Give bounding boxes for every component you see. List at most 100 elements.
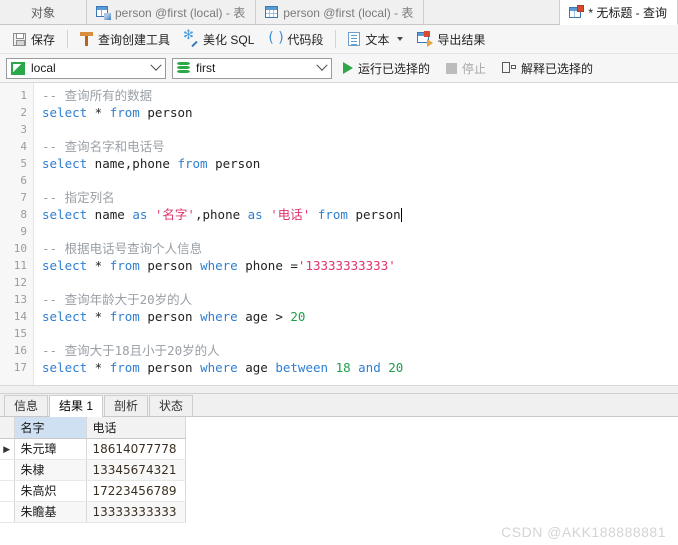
table-row[interactable]: 朱瞻基 13333333333 [0, 501, 186, 523]
code-token: -- 查询大于18且小于20岁的人 [42, 343, 220, 358]
code-token: ,phone [194, 207, 248, 222]
row-marker-header [0, 417, 15, 439]
table-row[interactable]: 朱高炽 17223456789 [0, 480, 186, 502]
code-line[interactable]: -- 查询年龄大于20岁的人 [42, 291, 678, 308]
result-grid-body[interactable]: ▶ 朱元璋 18614077778 朱棣 13345674321 朱高炽 172234567… [0, 438, 186, 523]
row-marker [0, 459, 15, 481]
table-cell[interactable]: 朱高炽 [14, 480, 87, 502]
table-cell[interactable]: 朱元璋 [14, 438, 87, 460]
code-line[interactable]: -- 查询名字和电话号 [42, 138, 678, 155]
code-line[interactable]: select * from person where age > 20 [42, 308, 678, 325]
query-builder-button[interactable]: 查询创建工具 [73, 28, 177, 50]
row-marker [0, 480, 15, 502]
code-token: * [87, 258, 110, 273]
result-tab-0[interactable]: 信息 [4, 395, 49, 416]
text-view-button[interactable]: 文本 [341, 28, 410, 50]
database-value: first [196, 61, 216, 75]
code-line[interactable]: select name as '名字',phone as '电话' from p… [42, 206, 678, 223]
connection-select[interactable]: local [6, 57, 166, 79]
code-line[interactable]: select * from person where phone ='13333… [42, 257, 678, 274]
text-view-label: 文本 [365, 32, 390, 47]
beautify-sql-label: 美化 SQL [203, 32, 255, 47]
code-line-text: select * from person where age > 20 [42, 309, 305, 324]
export-result-label: 导出结果 [437, 32, 486, 47]
code-token: person [139, 360, 201, 375]
table-cell[interactable]: 朱棣 [14, 459, 87, 481]
table-cell[interactable]: 13345674321 [86, 459, 186, 481]
run-selected-button[interactable]: 运行已选择的 [338, 57, 435, 79]
table-cell[interactable]: 朱瞻基 [14, 501, 87, 523]
table-cell[interactable]: 18614077778 [86, 438, 186, 460]
table-row[interactable]: ▶ 朱元璋 18614077778 [0, 438, 186, 460]
database-icon [177, 61, 190, 75]
line-number: 3 [20, 123, 27, 136]
tab-person-table-editor[interactable]: person @first (local) - 表 [87, 0, 257, 24]
table-row[interactable]: 朱棣 13345674321 [0, 459, 186, 481]
line-number: 5 [20, 157, 27, 170]
explain-selected-button[interactable]: 解释已选择的 [497, 57, 598, 79]
code-line-text: select name,phone from person [42, 156, 260, 171]
code-line[interactable] [42, 121, 678, 138]
result-grid-container[interactable]: 名字 电话 ▶ 朱元璋 18614077778 朱棣 13345674321 朱高炽 1722… [0, 417, 678, 539]
code-token: and [358, 360, 381, 375]
code-token: between [275, 360, 329, 375]
code-snippet-button[interactable]: ( ) 代码段 [261, 28, 330, 50]
table-cell[interactable]: 17223456789 [86, 480, 186, 502]
chevron-down-icon[interactable] [397, 37, 404, 41]
code-line[interactable]: select name,phone from person [42, 155, 678, 172]
code-line[interactable]: -- 查询大于18且小于20岁的人 [42, 342, 678, 359]
code-line[interactable]: -- 指定列名 [42, 189, 678, 206]
result-grid[interactable]: 名字 电话 ▶ 朱元璋 18614077778 朱棣 13345674321 朱高炽 1722… [0, 417, 186, 523]
database-select[interactable]: first [172, 57, 332, 79]
code-token: '名字' [154, 207, 195, 222]
code-token: '电话' [270, 207, 311, 222]
line-number: 12 [13, 276, 27, 289]
editor-results-splitter[interactable] [0, 385, 678, 394]
result-tab-2[interactable]: 剖析 [104, 395, 149, 416]
column-header[interactable]: 电话 [86, 417, 186, 439]
code-line[interactable] [42, 172, 678, 189]
code-token: phone = [237, 258, 298, 273]
table-edit-icon [96, 5, 111, 20]
tab-object[interactable]: 对象 [0, 0, 87, 24]
code-snippet-label: 代码段 [287, 32, 324, 47]
chevron-down-icon[interactable] [147, 59, 165, 78]
query-builder-label: 查询创建工具 [98, 32, 171, 47]
result-tab-3[interactable]: 状态 [149, 395, 194, 416]
save-button[interactable]: 保存 [6, 28, 62, 50]
line-number: 2 [20, 106, 27, 119]
result-grid-head: 名字 电话 [0, 417, 186, 439]
sql-editor[interactable]: 1 2 3 4 5 6 7 8 9 10 11 12 13 14 15 16 17 -- 查询所有的数据 sele… [0, 83, 678, 385]
code-token: select [42, 258, 88, 273]
explain-icon [502, 62, 517, 74]
code-line[interactable]: select * from person where age between 1… [42, 359, 678, 376]
code-line-text: -- 查询所有的数据 [42, 88, 152, 103]
result-tab-1[interactable]: 结果 1 [49, 395, 104, 417]
beautify-wand-icon [183, 28, 198, 46]
column-header[interactable]: 名字 [14, 417, 87, 439]
table-cell[interactable]: 13333333333 [86, 501, 186, 523]
line-number: 10 [13, 242, 27, 255]
tab-untitled-query[interactable]: * 无标题 - 查询 [560, 0, 678, 25]
code-line[interactable]: select * from person [42, 104, 678, 121]
code-line[interactable] [42, 223, 678, 240]
code-line[interactable]: -- 根据电话号查询个人信息 [42, 240, 678, 257]
line-number: 8 [20, 208, 27, 221]
code-token: from [109, 258, 140, 273]
code-line[interactable] [42, 325, 678, 342]
tab-label: * 无标题 - 查询 [588, 5, 667, 20]
code-line[interactable] [42, 274, 678, 291]
run-selected-label: 运行已选择的 [358, 61, 431, 76]
beautify-sql-button[interactable]: 美化 SQL [177, 28, 261, 50]
code-token: age > [237, 309, 291, 324]
tab-person-table-data[interactable]: person @first (local) - 表 [256, 0, 425, 24]
export-result-button[interactable]: 导出结果 [410, 28, 492, 50]
code-line[interactable]: -- 查询所有的数据 [42, 87, 678, 104]
sql-code-area[interactable]: -- 查询所有的数据 select * from person -- 查询名字和电… [34, 83, 678, 385]
chevron-down-icon[interactable] [313, 59, 331, 78]
export-result-icon [417, 31, 434, 47]
code-token: select [42, 156, 88, 171]
code-token: name,phone [87, 156, 178, 171]
